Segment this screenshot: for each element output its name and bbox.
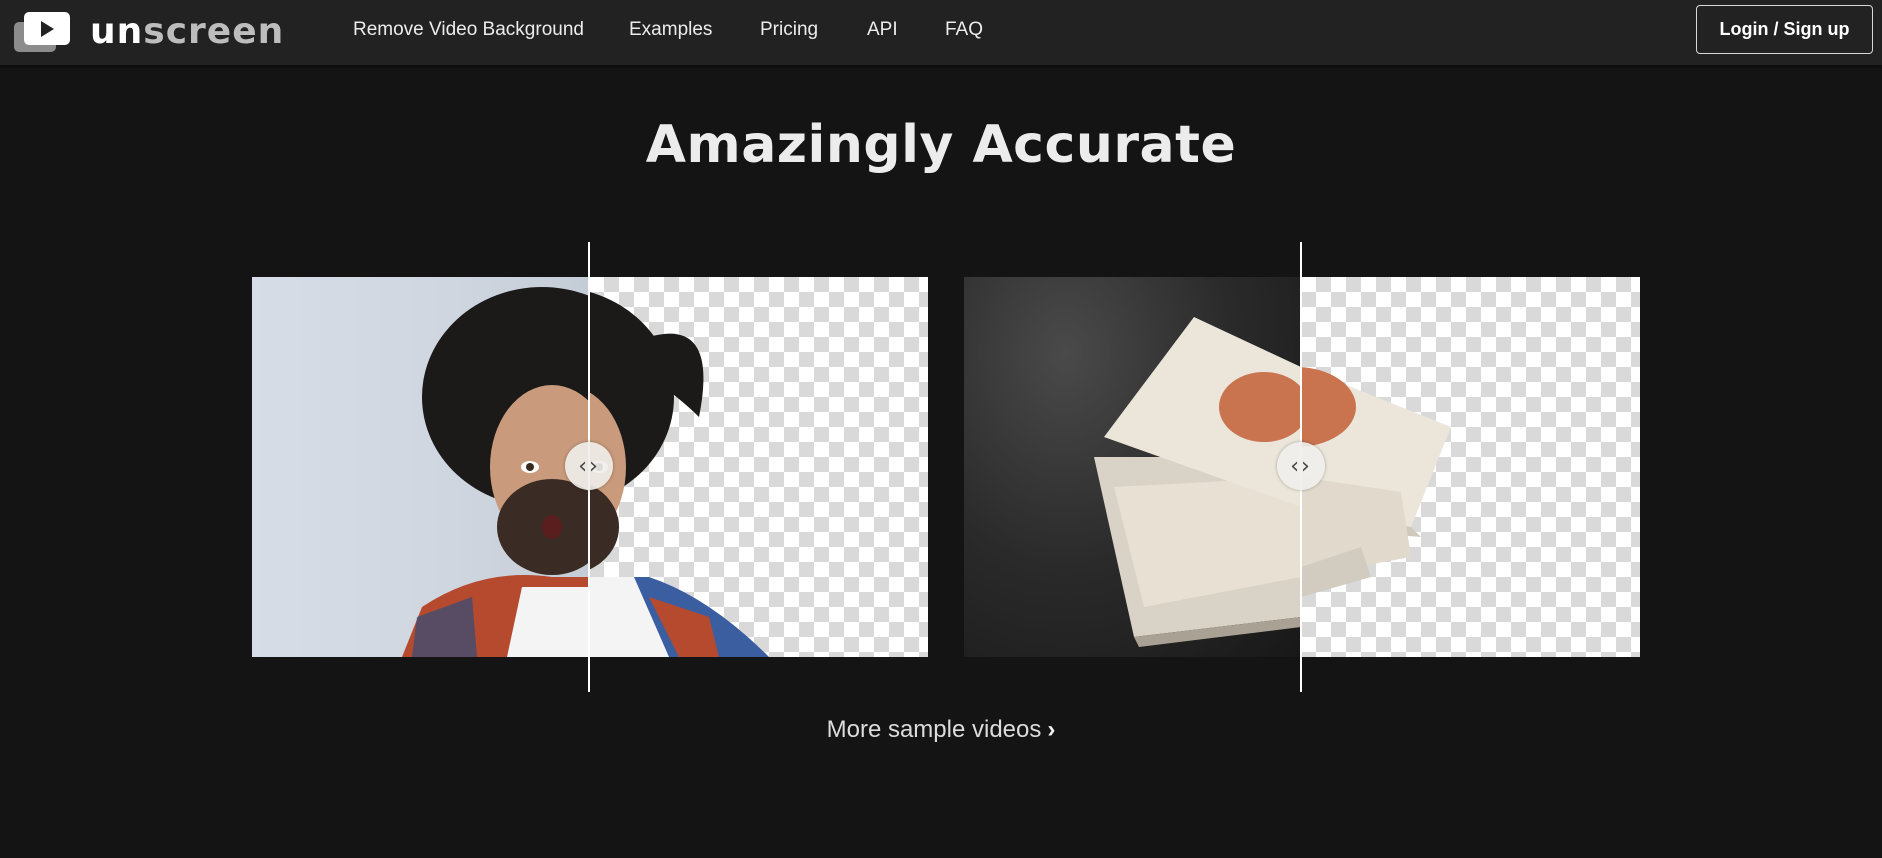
nav-remove-video-background[interactable]: Remove Video Background bbox=[353, 19, 584, 41]
original-video-frame bbox=[252, 277, 589, 657]
nav-api[interactable]: API bbox=[867, 19, 898, 41]
books-cutout-image bbox=[1301, 367, 1451, 597]
person-cutout-image bbox=[589, 291, 769, 657]
nav-examples[interactable]: Examples bbox=[629, 19, 712, 41]
chevron-right-icon: › bbox=[1047, 716, 1056, 743]
top-navigation-bar: unscreen Remove Video Background Example… bbox=[0, 0, 1882, 65]
chevron-left-right-icon[interactable]: ‹› bbox=[1277, 442, 1325, 490]
chevron-left-right-icon[interactable]: ‹› bbox=[565, 442, 613, 490]
video-play-icon bbox=[14, 12, 72, 52]
more-sample-videos-link[interactable]: More sample videos › bbox=[0, 716, 1882, 744]
more-sample-videos-label: More sample videos bbox=[826, 716, 1042, 743]
brand-name: unscreen bbox=[90, 11, 285, 52]
background-removed-frame bbox=[1301, 277, 1640, 657]
original-video-frame bbox=[964, 277, 1301, 657]
nav-faq[interactable]: FAQ bbox=[945, 19, 983, 41]
login-signup-button[interactable]: Login / Sign up bbox=[1696, 5, 1873, 54]
nav-pricing[interactable]: Pricing bbox=[760, 19, 818, 41]
person-original-image bbox=[402, 287, 589, 657]
background-removed-frame bbox=[589, 277, 928, 657]
books-original-image bbox=[1094, 317, 1301, 647]
page-heading: Amazingly Accurate bbox=[645, 115, 1237, 175]
logo[interactable]: unscreen bbox=[14, 12, 284, 52]
